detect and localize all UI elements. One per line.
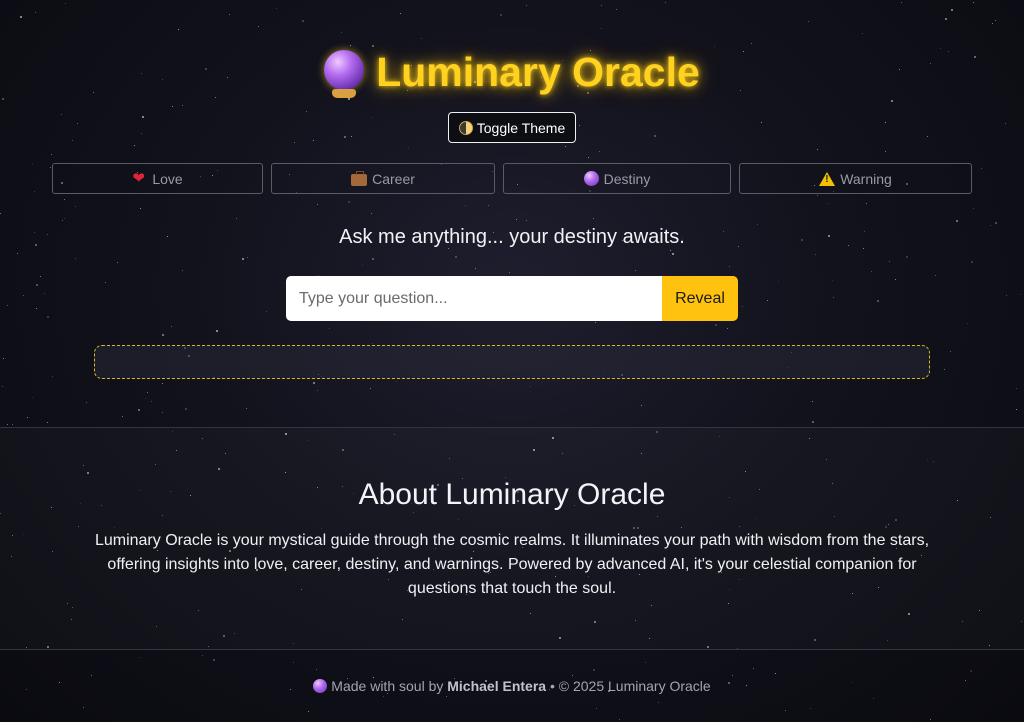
footer-suffix: • © 2025 Luminary Oracle bbox=[549, 678, 711, 694]
oracle-section: Luminary Oracle Toggle Theme Love Career… bbox=[0, 0, 1024, 427]
crystal-ball-icon bbox=[583, 171, 599, 186]
footer-prefix: Made with soul by bbox=[331, 678, 444, 694]
page-title: Luminary Oracle bbox=[0, 46, 1024, 98]
crystal-ball-icon bbox=[324, 50, 365, 98]
toggle-theme-label: Toggle Theme bbox=[476, 119, 566, 136]
category-love-label: Love bbox=[152, 170, 183, 187]
question-form: Reveal bbox=[286, 276, 738, 321]
category-destiny-button[interactable]: Destiny bbox=[503, 163, 731, 194]
briefcase-icon bbox=[351, 170, 368, 186]
footer-credit: Made with soul by Michael Entera • © 202… bbox=[0, 678, 1024, 694]
category-destiny-label: Destiny bbox=[603, 170, 651, 187]
heart-icon bbox=[132, 169, 147, 187]
app-title-text: Luminary Oracle bbox=[376, 49, 700, 95]
about-text: Luminary Oracle is your mystical guide t… bbox=[94, 532, 930, 597]
footer: Made with soul by Michael Entera • © 202… bbox=[0, 649, 1024, 722]
about-title: About Luminary Oracle bbox=[358, 478, 666, 511]
footer-author: Michael Entera bbox=[447, 678, 547, 694]
crystal-ball-icon bbox=[313, 679, 328, 693]
category-warning-button[interactable]: Warning bbox=[739, 163, 972, 194]
category-love-button[interactable]: Love bbox=[52, 163, 263, 194]
answer-box bbox=[94, 345, 930, 379]
warning-icon bbox=[819, 171, 836, 186]
half-moon-icon bbox=[458, 120, 473, 135]
question-input[interactable] bbox=[286, 276, 662, 321]
category-career-label: Career bbox=[372, 170, 415, 187]
toggle-theme-button[interactable]: Toggle Theme bbox=[448, 112, 576, 143]
about-section: About Luminary Oracle Luminary Oracle is… bbox=[0, 427, 1024, 650]
category-career-button[interactable]: Career bbox=[271, 163, 495, 194]
reveal-button[interactable]: Reveal bbox=[662, 276, 738, 321]
category-warning-label: Warning bbox=[840, 170, 892, 187]
oracle-prompt: Ask me anything... your destiny awaits. bbox=[339, 226, 685, 248]
